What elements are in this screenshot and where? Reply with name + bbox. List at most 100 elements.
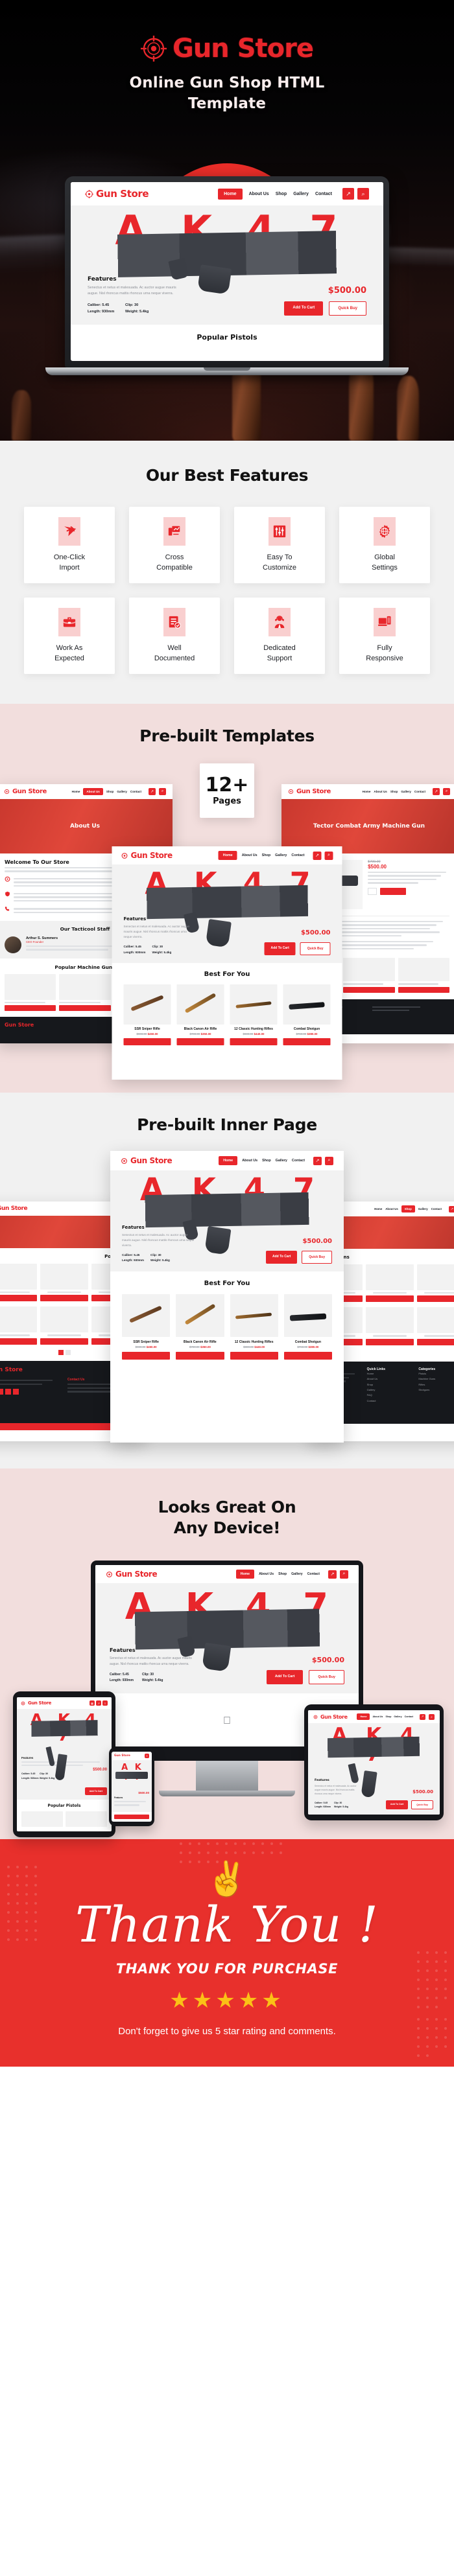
nav-item-about[interactable]: About Us xyxy=(372,1715,383,1718)
nav-item-contact[interactable]: Contact xyxy=(130,790,141,793)
menu-icon[interactable]: ≡ xyxy=(102,1700,108,1706)
nav-item-about[interactable]: About Us xyxy=(374,790,387,793)
nav-item-gallery[interactable]: Gallery xyxy=(275,853,287,857)
social-icon-youtube[interactable] xyxy=(13,1388,19,1395)
quick-buy-button[interactable]: Quick Buy xyxy=(302,1251,332,1264)
nav-item-home[interactable]: Home xyxy=(374,1207,382,1211)
nav-item-shop[interactable]: Shop xyxy=(276,192,287,196)
nav-item-shop[interactable]: Shop xyxy=(390,790,398,793)
social-icon-twitter[interactable] xyxy=(0,1388,3,1395)
nav-item-contact[interactable]: Contact xyxy=(414,790,425,793)
nav-item-contact[interactable]: Contact xyxy=(307,1572,320,1576)
nav-item-gallery[interactable]: Gallery xyxy=(418,1207,428,1211)
add-to-cart-button[interactable] xyxy=(40,1295,88,1302)
nav-item-contact[interactable]: Contact xyxy=(292,1159,305,1163)
nav-item-gallery[interactable]: Gallery xyxy=(117,790,127,793)
external-link-icon[interactable]: ↗ xyxy=(342,188,354,200)
search-icon[interactable]: ⌕ xyxy=(159,788,166,795)
nav-item-about[interactable]: About Us xyxy=(259,1572,274,1576)
add-to-cart-button[interactable] xyxy=(114,1814,149,1819)
add-to-cart-button[interactable] xyxy=(343,986,395,993)
nav-item-home[interactable]: Home xyxy=(235,1570,255,1579)
search-icon[interactable]: ⌕ xyxy=(443,788,450,795)
add-to-cart-button[interactable] xyxy=(0,1338,38,1345)
feature-card-dedicated-support[interactable]: Dedicated Support xyxy=(234,598,325,674)
quick-buy-button[interactable]: Quick Buy xyxy=(411,1800,433,1809)
social-icon-instagram[interactable] xyxy=(5,1388,11,1395)
add-to-cart-button[interactable] xyxy=(398,986,449,993)
nav-item-gallery[interactable]: Gallery xyxy=(293,192,309,196)
pagination-page-1[interactable] xyxy=(58,1349,64,1355)
feature-card-fully-responsive[interactable]: Fully Responsive xyxy=(339,598,430,674)
search-icon[interactable]: ⌕ xyxy=(429,1713,435,1720)
add-to-cart-button[interactable] xyxy=(366,1295,414,1303)
nav-item-shop[interactable]: Shop xyxy=(385,1715,391,1718)
external-link-icon[interactable]: ↗ xyxy=(433,788,440,795)
add-to-cart-button[interactable] xyxy=(283,1038,331,1046)
add-to-cart-button[interactable] xyxy=(176,1038,224,1046)
add-to-cart-button[interactable] xyxy=(59,1005,111,1012)
product-thumb[interactable] xyxy=(21,1811,63,1827)
search-icon[interactable]: ⌕ xyxy=(325,1156,333,1165)
cart-icon[interactable]: ▦ xyxy=(90,1700,95,1706)
external-link-icon[interactable]: ↗ xyxy=(313,1156,322,1165)
add-to-cart-button[interactable] xyxy=(230,1352,278,1360)
feature-card-one-click-import[interactable]: One-Click Import xyxy=(24,507,115,583)
product-thumb[interactable] xyxy=(66,1811,107,1827)
add-to-cart-button[interactable] xyxy=(366,1338,414,1345)
nav-item-about[interactable]: About Us xyxy=(249,192,269,196)
add-to-cart-button[interactable] xyxy=(416,1295,454,1303)
nav-item-about[interactable]: About Us xyxy=(385,1207,398,1211)
nav-item-home[interactable]: Home xyxy=(357,1713,370,1720)
search-icon[interactable]: ⌕ xyxy=(324,851,333,860)
add-to-cart-button[interactable] xyxy=(416,1338,454,1345)
nav-item-gallery[interactable]: Gallery xyxy=(276,1159,287,1163)
nav-item-home[interactable]: Home xyxy=(363,790,371,793)
feature-card-easy-to-customize[interactable]: Easy To Customize xyxy=(234,507,325,583)
add-to-cart-button[interactable] xyxy=(123,1038,171,1046)
nav-item-home[interactable]: Home xyxy=(218,188,243,200)
footer-categories[interactable]: Pistols Machine Guns Rifles Shotguns xyxy=(418,1371,454,1393)
add-to-cart-button[interactable] xyxy=(40,1338,88,1345)
add-to-cart-button[interactable]: Add To Cart xyxy=(266,1251,298,1264)
nav-item-shop[interactable]: Shop xyxy=(278,1572,287,1576)
pagination-page-2[interactable] xyxy=(65,1349,71,1355)
nav-item-shop[interactable]: Shop xyxy=(262,1159,270,1163)
feature-card-well-documented[interactable]: Well Documented xyxy=(129,598,220,674)
nav-item-shop[interactable]: Shop xyxy=(262,853,270,857)
nav-item-about[interactable]: About Us xyxy=(242,1159,257,1163)
footer-quicklinks[interactable]: Home About Us Shop Gallery FAQ Contact xyxy=(367,1371,413,1404)
nav-item-gallery[interactable]: Gallery xyxy=(291,1572,303,1576)
external-link-icon[interactable]: ↗ xyxy=(420,1713,425,1720)
nav-item-contact[interactable]: Contact xyxy=(431,1207,442,1211)
external-link-icon[interactable]: ↗ xyxy=(96,1700,101,1706)
external-link-icon[interactable]: ↗ xyxy=(149,788,156,795)
nav-item-shop[interactable]: Shop xyxy=(106,790,114,793)
nav-item-about[interactable]: About Us xyxy=(83,788,103,795)
nav-item-about[interactable]: About Us xyxy=(242,853,257,857)
nav-item-home[interactable]: Home xyxy=(72,790,80,793)
quick-buy-button[interactable]: Quick Buy xyxy=(329,301,366,316)
nav-item-home[interactable]: Home xyxy=(219,1156,238,1165)
inner-preview-center[interactable]: Gun Store Home About Us Shop Gallery Con… xyxy=(110,1151,344,1443)
add-to-cart-button[interactable] xyxy=(230,1038,278,1046)
search-icon[interactable]: ⌕ xyxy=(340,1570,348,1579)
add-to-cart-button[interactable] xyxy=(122,1352,171,1360)
external-link-icon[interactable]: ↗ xyxy=(313,851,322,860)
quick-buy-button[interactable]: Quick Buy xyxy=(309,1669,344,1684)
add-to-cart-button[interactable]: Add To Cart xyxy=(284,301,324,316)
add-to-cart-button[interactable] xyxy=(0,1295,38,1302)
feature-card-cross-compatible[interactable]: Cross Compatible xyxy=(129,507,220,583)
nav-item-contact[interactable]: Contact xyxy=(291,853,304,857)
search-icon[interactable]: ⌕ xyxy=(357,188,369,200)
nav-item-shop[interactable]: Shop xyxy=(401,1205,415,1213)
template-preview-home[interactable]: Gun Store Home About Us Shop Gallery Con… xyxy=(112,846,342,1080)
feature-card-global-settings[interactable]: Global Settings xyxy=(339,507,430,583)
add-to-cart-button[interactable] xyxy=(5,1005,56,1012)
add-to-cart-button[interactable] xyxy=(176,1352,224,1360)
feature-card-work-as-expected[interactable]: Work As Expected xyxy=(24,598,115,674)
add-to-cart-button[interactable] xyxy=(283,1352,332,1360)
nav-item-contact[interactable]: Contact xyxy=(315,192,332,196)
nav-item-gallery[interactable]: Gallery xyxy=(394,1715,401,1718)
nav-item-gallery[interactable]: Gallery xyxy=(401,790,411,793)
